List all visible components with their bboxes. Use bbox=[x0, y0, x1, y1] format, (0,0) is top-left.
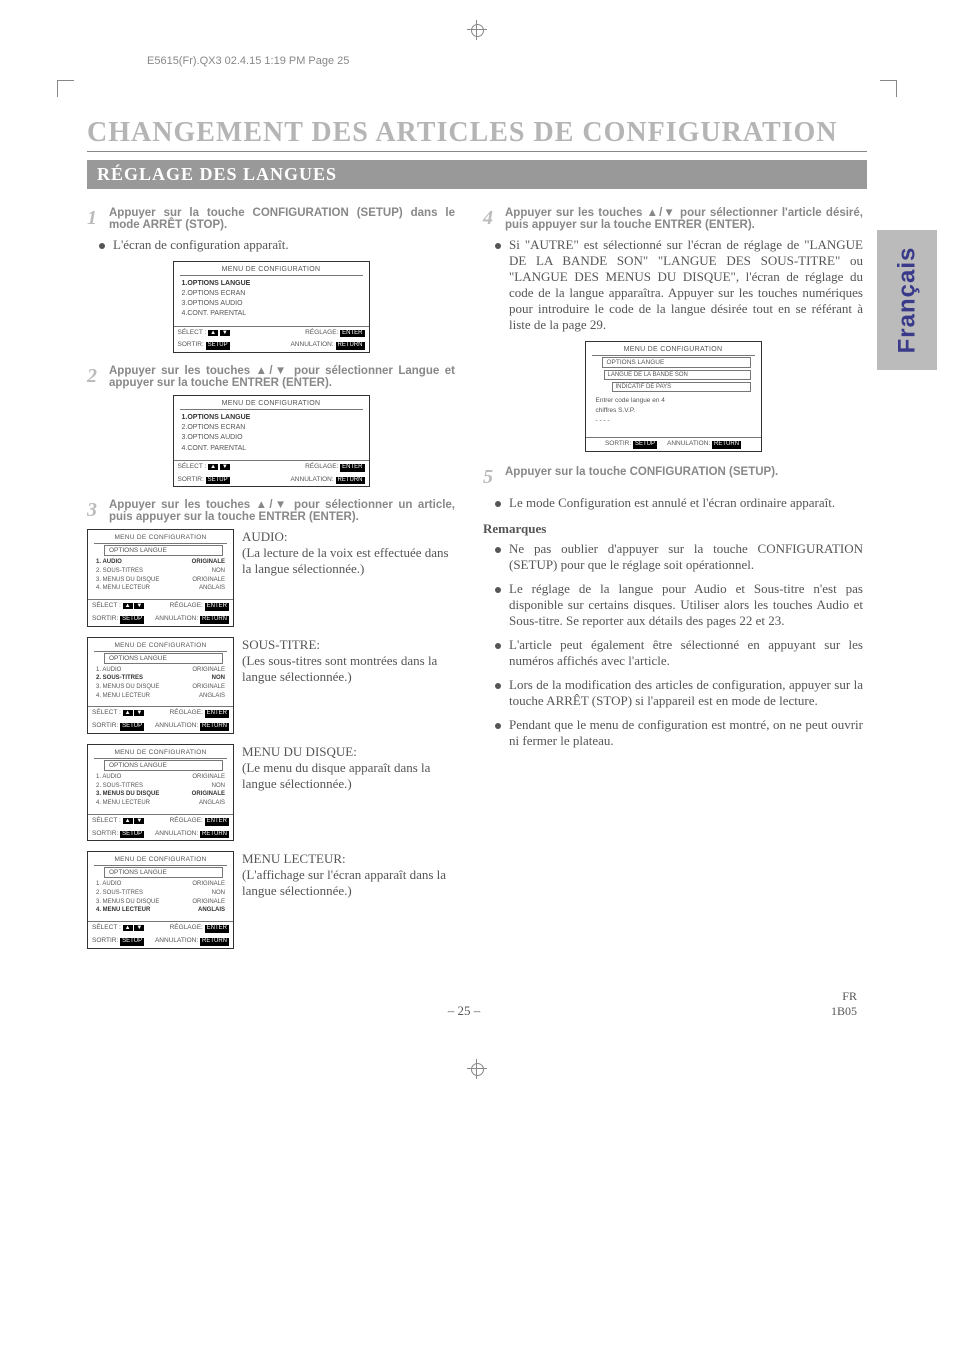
registration-mark-top bbox=[87, 20, 867, 45]
bullet-icon bbox=[99, 243, 105, 249]
footer-code: 1B05 bbox=[831, 1004, 857, 1018]
option-player-menu: MENU DE CONFIGURATION OPTIONS LANGUE 1. … bbox=[87, 851, 455, 948]
option-subtitle: MENU DE CONFIGURATION OPTIONS LANGUE 1. … bbox=[87, 637, 455, 734]
remark-item: L'article peut également être sélectionn… bbox=[483, 637, 863, 669]
crop-mark-tr bbox=[880, 80, 897, 97]
registration-mark-bottom bbox=[87, 1059, 867, 1084]
osd-item: 3.OPTIONS AUDIO bbox=[182, 299, 361, 309]
option-desc-disc: (Le menu du disque apparaît dans la lang… bbox=[242, 760, 455, 792]
remark-item: Lors de la modification des articles de … bbox=[483, 677, 863, 709]
bullet-icon bbox=[495, 501, 501, 507]
option-desc-player: (L'affichage sur l'écran apparaît dans l… bbox=[242, 867, 455, 899]
option-heading-subtitle: SOUS-TITRE: bbox=[242, 637, 455, 653]
step-4-text: Appuyer sur les touches ▲/▼ pour sélecti… bbox=[505, 207, 863, 231]
bullet-icon bbox=[495, 547, 501, 553]
osd-item: 2.OPTIONS ECRAN bbox=[182, 423, 361, 433]
osd-item: 3.OPTIONS AUDIO bbox=[182, 433, 361, 443]
osd-item: 4.CONT. PARENTAL bbox=[182, 309, 361, 319]
option-heading-audio: AUDIO: bbox=[242, 529, 455, 545]
option-heading-player: MENU LECTEUR: bbox=[242, 851, 455, 867]
step-number: 3 bbox=[87, 499, 109, 522]
step-5: 5 Appuyer sur la touche CONFIGURATION (S… bbox=[483, 466, 863, 489]
step-3: 3 Appuyer sur les touches ▲/▼ pour sélec… bbox=[87, 499, 455, 523]
step-number: 1 bbox=[87, 207, 109, 230]
osd-item: 1.OPTIONS LANGUE bbox=[182, 413, 361, 423]
step-5-note: Le mode Configuration est annulé et l'éc… bbox=[483, 495, 863, 511]
osd-lang-audio: MENU DE CONFIGURATION OPTIONS LANGUE 1. … bbox=[87, 529, 234, 626]
step-1: 1 Appuyer sur la touche CONFIGURATION (S… bbox=[87, 207, 455, 231]
option-heading-disc: MENU DU DISQUE: bbox=[242, 744, 455, 760]
step-4: 4 Appuyer sur les touches ▲/▼ pour sélec… bbox=[483, 207, 863, 231]
option-desc-subtitle: (Les sous-titres sont montrées dans la l… bbox=[242, 653, 455, 685]
step-number: 2 bbox=[87, 365, 109, 388]
title-rule bbox=[87, 151, 867, 152]
step-2-text: Appuyer sur les touches ▲/▼ pour sélecti… bbox=[109, 365, 455, 389]
bullet-icon bbox=[495, 587, 501, 593]
step-5-text: Appuyer sur la touche CONFIGURATION (SET… bbox=[505, 466, 863, 478]
osd-main-menu-1: MENU DE CONFIGURATION 1.OPTIONS LANGUE 2… bbox=[173, 261, 370, 353]
osd-item: 2.OPTIONS ECRAN bbox=[182, 289, 361, 299]
page-title: CHANGEMENT DES ARTICLES DE CONFIGURATION bbox=[87, 117, 867, 149]
page-footer: – 25 – FR 1B05 bbox=[87, 989, 867, 1019]
step-3-text: Appuyer sur les touches ▲/▼ pour sélecti… bbox=[109, 499, 455, 523]
remark-item: Le réglage de la langue pour Audio et So… bbox=[483, 581, 863, 629]
option-audio: MENU DE CONFIGURATION OPTIONS LANGUE 1. … bbox=[87, 529, 455, 626]
bullet-icon bbox=[495, 683, 501, 689]
option-disc-menu: MENU DE CONFIGURATION OPTIONS LANGUE 1. … bbox=[87, 744, 455, 841]
bullet-icon bbox=[495, 243, 501, 249]
step-1-note: L'écran de configuration apparaît. bbox=[87, 237, 455, 253]
bullet-icon bbox=[495, 723, 501, 729]
osd-lang-player: MENU DE CONFIGURATION OPTIONS LANGUE 1. … bbox=[87, 851, 234, 948]
osd-lang-disc: MENU DE CONFIGURATION OPTIONS LANGUE 1. … bbox=[87, 744, 234, 841]
bullet-icon bbox=[495, 643, 501, 649]
step-number: 5 bbox=[483, 466, 505, 489]
osd-item: 1.OPTIONS LANGUE bbox=[182, 279, 361, 289]
option-desc-audio: (La lecture de la voix est effectuée dan… bbox=[242, 545, 455, 577]
footer-lang: FR bbox=[842, 989, 857, 1003]
step-1-text: Appuyer sur la touche CONFIGURATION (SET… bbox=[109, 207, 455, 231]
step-4-note: Si "AUTRE" est sélectionné sur l'écran d… bbox=[483, 237, 863, 333]
section-heading: RÉGLAGE DES LANGUES bbox=[87, 160, 867, 189]
remarks-heading: Remarques bbox=[483, 521, 863, 537]
step-2: 2 Appuyer sur les touches ▲/▼ pour sélec… bbox=[87, 365, 455, 389]
page-number: – 25 – bbox=[448, 1003, 481, 1019]
print-header: E5615(Fr).QX3 02.4.15 1:19 PM Page 25 bbox=[87, 55, 867, 67]
step-number: 4 bbox=[483, 207, 505, 230]
osd-item: 4.CONT. PARENTAL bbox=[182, 444, 361, 454]
remark-item: Pendant que le menu de configuration est… bbox=[483, 717, 863, 749]
language-tab: Français bbox=[877, 230, 937, 370]
osd-lang-subtitle: MENU DE CONFIGURATION OPTIONS LANGUE 1. … bbox=[87, 637, 234, 734]
crop-mark-tl bbox=[57, 80, 74, 97]
osd-main-menu-2: MENU DE CONFIGURATION 1.OPTIONS LANGUE 2… bbox=[173, 395, 370, 487]
osd-language-code: MENU DE CONFIGURATION OPTIONS LANGUE LAN… bbox=[585, 341, 762, 452]
remark-item: Ne pas oublier d'appuyer sur la touche C… bbox=[483, 541, 863, 573]
